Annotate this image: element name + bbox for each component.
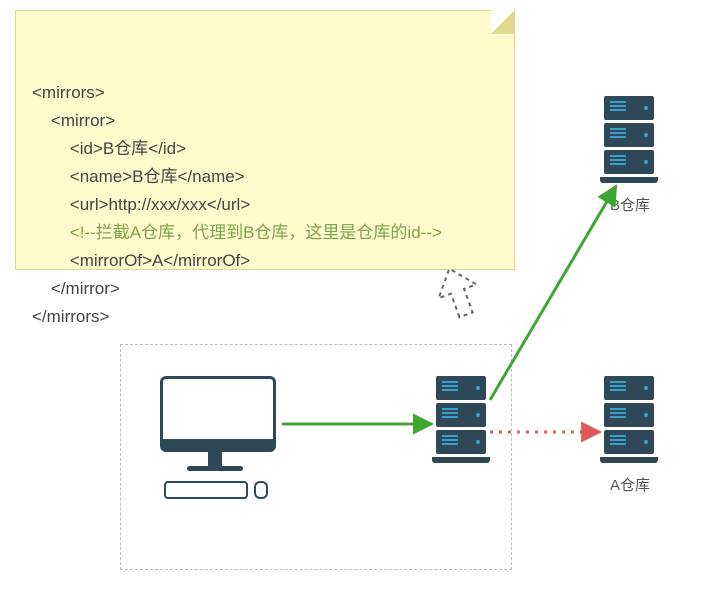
server-b-label: B仓库 (600, 194, 660, 215)
client-workstation-icon (160, 376, 270, 504)
server-a-icon (604, 376, 654, 463)
code-line-comment: <!--拦截A仓库，代理到B仓库，这里是仓库的id--> (32, 223, 442, 242)
code-line: </mirrors> (32, 307, 109, 326)
note-fold-corner (491, 10, 515, 34)
code-line: <name>B仓库</name> (32, 167, 245, 186)
code-line: <mirror> (32, 111, 115, 130)
code-line: </mirror> (32, 279, 120, 298)
mirror-server-icon (436, 376, 486, 463)
diagram-canvas: <mirrors> <mirror> <id>B仓库</id> <name>B仓… (0, 0, 719, 590)
xml-config-note: <mirrors> <mirror> <id>B仓库</id> <name>B仓… (15, 10, 515, 270)
server-a-label: A仓库 (600, 474, 660, 495)
code-line: <mirrors> (32, 83, 105, 102)
code-line: <url>http://xxx/xxx</url> (32, 195, 250, 214)
code-line: <mirrorOf>A</mirrorOf> (32, 251, 250, 270)
callout-arrow-icon (431, 262, 485, 322)
server-b-icon (604, 96, 654, 183)
code-line: <id>B仓库</id> (32, 139, 186, 158)
